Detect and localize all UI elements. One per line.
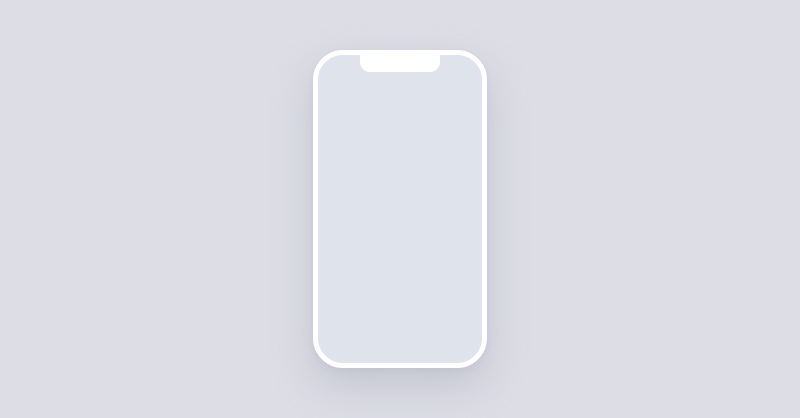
phone-screen[interactable]: [318, 55, 482, 363]
canvas-background: [0, 0, 800, 418]
phone-frame: [313, 50, 487, 368]
phone-notch: [360, 55, 440, 72]
